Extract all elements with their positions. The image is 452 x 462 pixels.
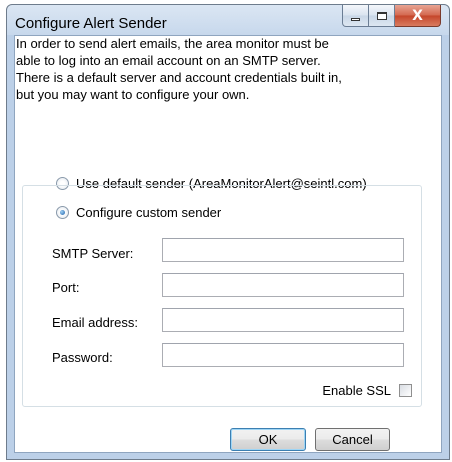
email-address-input[interactable] xyxy=(162,308,404,332)
intro-line: but you may want to configure your own. xyxy=(16,87,250,102)
enable-ssl-checkbox[interactable] xyxy=(399,384,412,397)
smtp-server-input[interactable] xyxy=(162,238,404,262)
minimize-icon xyxy=(351,17,360,21)
close-button[interactable]: X xyxy=(395,5,441,27)
maximize-button[interactable] xyxy=(369,5,395,27)
intro-text: In order to send alert emails, the area … xyxy=(16,35,416,103)
intro-line: In order to send alert emails, the area … xyxy=(16,36,329,51)
custom-sender-label: Configure custom sender xyxy=(76,205,222,220)
intro-line: able to log into an email account on an … xyxy=(16,53,321,68)
close-icon: X xyxy=(412,7,423,24)
custom-sender-option[interactable]: Configure custom sender xyxy=(53,205,225,220)
ok-button[interactable]: OK xyxy=(230,428,306,451)
password-input[interactable] xyxy=(162,343,404,367)
title-bar[interactable]: Configure Alert Sender X xyxy=(7,5,449,35)
maximize-icon xyxy=(376,11,387,20)
intro-line: There is a default server and account cr… xyxy=(16,70,342,85)
smtp-server-label: SMTP Server: xyxy=(52,246,134,261)
port-label: Port: xyxy=(52,280,80,295)
enable-ssl-label: Enable SSL xyxy=(322,383,391,398)
enable-ssl-option[interactable]: Enable SSL xyxy=(322,383,412,398)
caption-buttons: X xyxy=(342,5,441,27)
window-title: Configure Alert Sender xyxy=(15,15,167,32)
password-label: Password: xyxy=(52,350,113,365)
email-address-label: Email address: xyxy=(52,315,138,330)
cancel-button[interactable]: Cancel xyxy=(315,428,390,451)
custom-sender-radio[interactable] xyxy=(56,206,69,219)
port-input[interactable] xyxy=(162,273,404,297)
minimize-button[interactable] xyxy=(342,5,369,27)
